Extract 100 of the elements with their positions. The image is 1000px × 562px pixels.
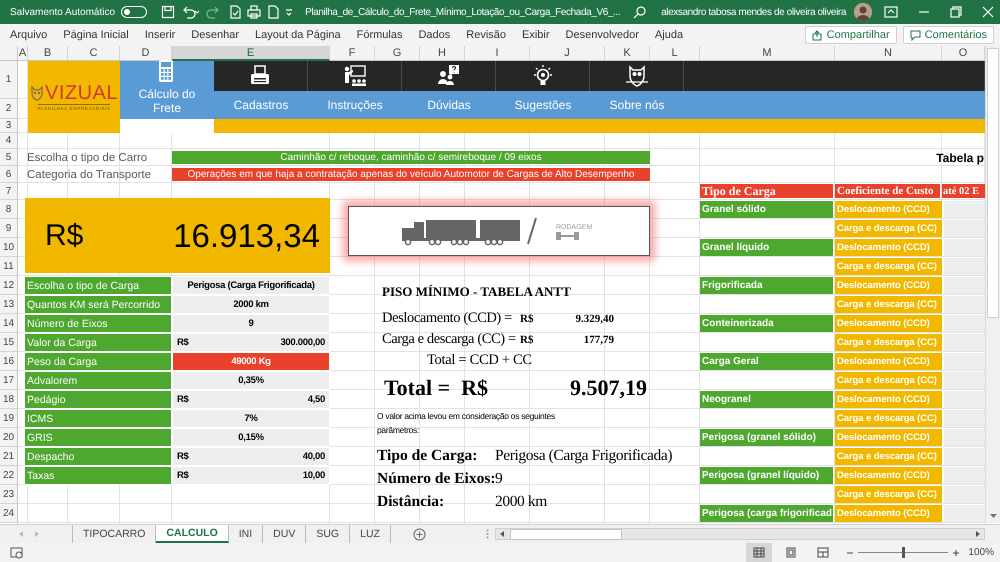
row-header[interactable]: 9 <box>0 219 18 238</box>
total-label: Total = R$ <box>384 375 490 401</box>
currency-label: R$ <box>520 313 534 325</box>
value-cell[interactable]: R$ 4,50 <box>172 390 330 409</box>
coefficient-cell: Carga e descarga (CC) <box>835 372 942 389</box>
row-header[interactable]: 22 <box>0 466 18 485</box>
total-value: 16.913,34 <box>173 216 320 254</box>
param-label: Peso da Carga <box>25 352 172 371</box>
row-header[interactable]: 18 <box>0 390 18 409</box>
value-cell[interactable]: 7% <box>172 409 330 428</box>
row-header[interactable]: 2 <box>0 99 18 119</box>
summary-value: Perigosa (Carga Frigorificada) <box>495 447 672 465</box>
cargo-type-cell: Perigosa (carga frigorificad <box>700 505 833 522</box>
column-heading: Tipo de Carga <box>700 184 833 198</box>
row-header[interactable]: 8 <box>0 200 18 219</box>
row-header[interactable]: 13 <box>0 295 18 314</box>
total-value: 9.507,19 <box>570 375 647 401</box>
row-header[interactable]: 15 <box>0 333 18 352</box>
menu-item[interactable]: Arquivo <box>2 29 56 41</box>
value-cell[interactable]: R$ 300.000,00 <box>172 333 330 352</box>
cargo-type-cell: Perigosa (granel sólido) <box>700 429 833 446</box>
coefficient-cell: Carga e descarga (CC) <box>835 410 942 427</box>
row-header[interactable]: 20 <box>0 428 18 447</box>
column-header[interactable]: G <box>375 46 420 61</box>
column-header[interactable]: J <box>530 46 605 61</box>
column-header[interactable]: E <box>172 46 330 61</box>
column-heading: até 02 E <box>942 184 985 198</box>
sheet-tab[interactable]: CALCULO <box>156 525 229 543</box>
share-button[interactable]: Compartilhar <box>804 26 897 44</box>
row-header[interactable]: 19 <box>0 409 18 428</box>
selection-bar[interactable]: Operações em que haja a contratação apenas do veículo Automotor de Cargas de Alto Desempenho <box>172 168 650 181</box>
row-header[interactable]: 3 <box>0 119 18 133</box>
coefficient-cell: Deslocamento (CCD) <box>835 277 942 294</box>
row-header[interactable]: 4 <box>0 133 18 149</box>
row-header[interactable]: 14 <box>0 314 18 333</box>
cost-label: Carga e descarga (CC) = <box>382 331 517 348</box>
menu-item[interactable]: Dados <box>410 29 458 41</box>
value-cell[interactable]: 2000 km <box>172 295 330 314</box>
menu-item[interactable]: Página Inicial <box>55 29 137 41</box>
param-label: ICMS <box>25 409 172 428</box>
cell-value: 300.000,00 <box>280 337 325 348</box>
column-header[interactable]: O <box>942 46 985 61</box>
row-header[interactable]: 23 <box>0 485 18 504</box>
coefficient-cell: Carga e descarga (CC) <box>835 258 942 275</box>
row-header[interactable]: 5 <box>0 149 18 166</box>
comments-button[interactable]: Comentários <box>902 26 994 44</box>
coefficient-cell: Deslocamento (CCD) <box>835 239 942 256</box>
coefficient-cell: Deslocamento (CCD) <box>835 353 942 370</box>
column-header[interactable]: C <box>68 46 120 61</box>
column-header[interactable]: B <box>28 46 68 61</box>
cargo-type-cell: Conteinerizada <box>700 315 833 332</box>
value-cell[interactable]: R$ 40,00 <box>172 447 330 466</box>
autosave-label: Salvamento Automático <box>10 6 116 18</box>
column-header[interactable]: H <box>420 46 465 61</box>
zoom-level: 100% <box>968 547 994 558</box>
menu-item[interactable]: Fórmulas <box>348 29 410 41</box>
menu-item[interactable]: Revisão <box>458 29 514 41</box>
summary-value: 9 <box>495 470 502 488</box>
row-header[interactable]: 6 <box>0 166 18 183</box>
column-header[interactable]: I <box>465 46 530 61</box>
row-header[interactable]: 17 <box>0 371 18 390</box>
value-cell[interactable]: 9 <box>172 314 330 333</box>
menu-item[interactable]: Desenhar <box>183 29 247 41</box>
summary-label: Tipo de Carga: <box>377 447 478 465</box>
row-header[interactable]: 10 <box>0 238 18 257</box>
value-cell[interactable]: 0,35% <box>172 371 330 390</box>
param-label: Quantos KM será Percorrido <box>25 295 172 314</box>
cargo-type-cell: Granel líquido <box>700 239 833 256</box>
value-cell[interactable]: Perigosa (Carga Frigorificada) <box>172 276 330 295</box>
value-cell[interactable]: 0,15% <box>172 428 330 447</box>
menu-item[interactable]: Inserir <box>136 29 184 41</box>
cargo-type-cell: Granel sólido <box>700 201 833 218</box>
value-cell[interactable]: 49000 Kg <box>172 352 330 371</box>
menu-item[interactable]: Desenvolvedor <box>558 29 647 41</box>
value-cell[interactable]: R$ 10,00 <box>172 466 330 485</box>
column-header[interactable]: N <box>835 46 942 61</box>
cost-value: 9.329,40 <box>574 313 614 325</box>
cell-value: 40,00 <box>302 451 325 462</box>
row-header[interactable]: 24 <box>0 504 18 523</box>
column-header[interactable]: D <box>120 46 172 61</box>
column-header[interactable]: F <box>330 46 375 61</box>
row-header[interactable]: 21 <box>0 447 18 466</box>
currency-label: R$ <box>177 394 189 405</box>
file-name: Planilha_de_Cálculo_do_Frete_Mínimo_Lotação_ou_Carga_Fechada_V6_... <box>305 6 620 18</box>
row-header[interactable]: 12 <box>0 276 18 295</box>
table-title: Tabela p <box>936 150 984 166</box>
row-header[interactable]: 7 <box>0 183 18 200</box>
cost-value: 177,79 <box>582 334 614 346</box>
row-header[interactable]: 1 <box>0 61 18 99</box>
row-header[interactable]: 11 <box>0 257 18 276</box>
column-header[interactable]: L <box>650 46 700 61</box>
menu-item[interactable]: Ajuda <box>646 29 692 41</box>
menu-item[interactable]: Layout da Página <box>247 29 349 41</box>
column-header[interactable]: A <box>18 46 28 61</box>
coefficient-cell: Carga e descarga (CC) <box>835 296 942 313</box>
field-label: Categoria do Transporte <box>27 168 152 182</box>
row-header[interactable]: 16 <box>0 352 18 371</box>
column-header[interactable]: M <box>700 46 835 61</box>
menu-item[interactable]: Exibir <box>514 29 558 41</box>
column-header[interactable]: K <box>605 46 650 61</box>
